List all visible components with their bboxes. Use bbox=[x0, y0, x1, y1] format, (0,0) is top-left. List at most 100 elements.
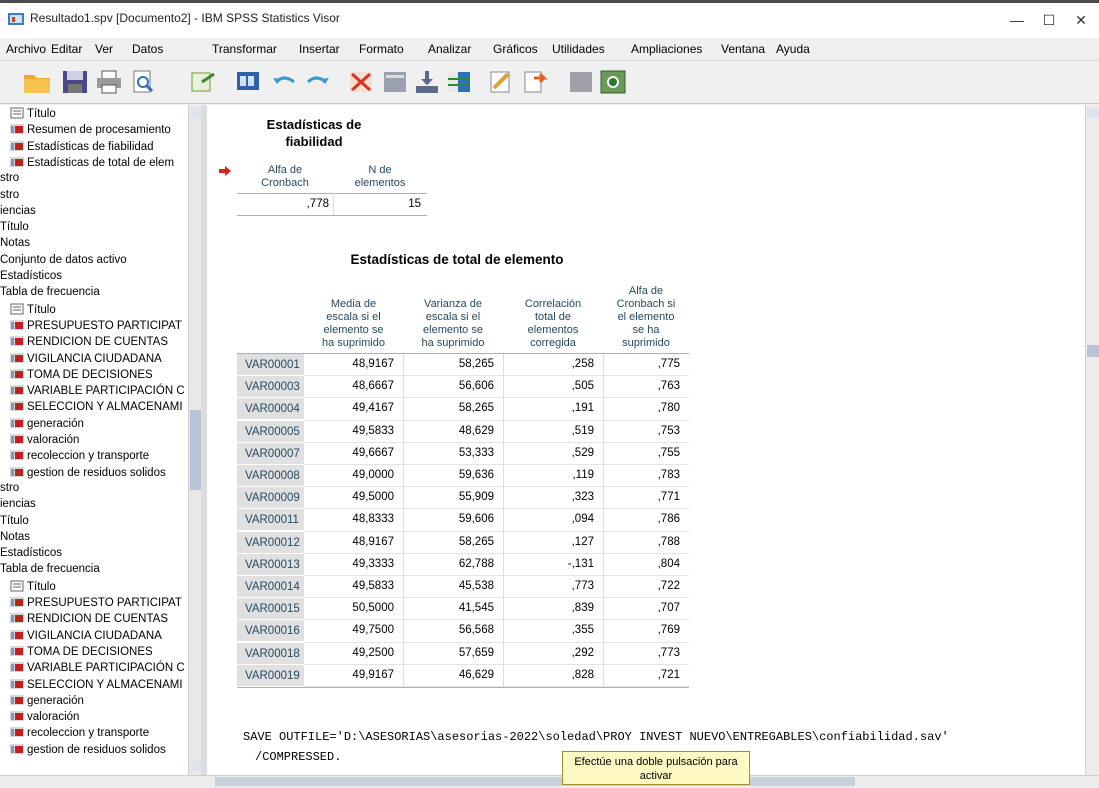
export-icon[interactable] bbox=[188, 68, 218, 96]
maximize-button[interactable]: ☐ bbox=[1034, 9, 1064, 31]
scroll-thumb[interactable] bbox=[190, 410, 201, 490]
outline-item[interactable]: TOMA DE DECISIONES bbox=[10, 368, 153, 383]
outline-item[interactable]: Tabla de frecuencia bbox=[0, 563, 100, 578]
show-all-icon[interactable] bbox=[566, 68, 596, 96]
table-node-icon bbox=[10, 711, 24, 722]
outline-item-label: Título bbox=[27, 303, 56, 316]
menu-ayuda[interactable]: Ayuda bbox=[776, 42, 810, 56]
menu-datos[interactable]: Datos bbox=[132, 42, 163, 56]
scroll-up-icon[interactable] bbox=[190, 108, 201, 118]
table-node-icon bbox=[10, 694, 24, 705]
outline-item-label: SELECCION Y ALMACENAMI bbox=[27, 678, 183, 691]
menu-archivo[interactable]: Archivo bbox=[6, 42, 46, 56]
output-scrollbar[interactable] bbox=[1085, 105, 1099, 775]
insert-output-icon[interactable] bbox=[412, 68, 442, 96]
menu-insertar[interactable]: Insertar bbox=[299, 42, 340, 56]
itemtotal-cell: ,755 bbox=[657, 446, 680, 459]
outline-item[interactable]: VARIABLE PARTICIPACIÓN C bbox=[10, 661, 185, 676]
outline-item[interactable]: gestion de residuos solidos bbox=[10, 466, 166, 481]
designate-window-icon[interactable] bbox=[486, 68, 516, 96]
variables-icon[interactable] bbox=[444, 68, 474, 96]
outline-item[interactable]: Tabla de frecuencia bbox=[0, 286, 100, 301]
outline-item[interactable]: Notas bbox=[0, 237, 30, 252]
outline-item[interactable]: Título bbox=[0, 221, 29, 236]
itemtotal-cell: ,828 bbox=[571, 668, 594, 681]
promote-icon[interactable] bbox=[598, 68, 628, 96]
itemtotal-row-rule bbox=[304, 508, 689, 510]
save-icon[interactable] bbox=[60, 68, 90, 96]
print-icon[interactable] bbox=[94, 68, 124, 96]
print-preview-icon[interactable] bbox=[128, 68, 158, 96]
menu-ampliaciones[interactable]: Ampliaciones bbox=[631, 42, 702, 56]
outline-item[interactable]: recoleccion y transporte bbox=[10, 726, 149, 741]
hscroll-thumb[interactable] bbox=[215, 777, 855, 786]
outline-item[interactable]: valoración bbox=[10, 433, 79, 448]
outline-item[interactable]: generación bbox=[10, 417, 84, 432]
itemtotal-cell: 48,9167 bbox=[352, 535, 394, 548]
itemtotal-cell: ,788 bbox=[657, 535, 680, 548]
open-folder-icon[interactable] bbox=[22, 68, 52, 96]
menu-ver[interactable]: Ver bbox=[95, 42, 113, 56]
itemtotal-cell: 56,606 bbox=[458, 380, 494, 393]
menu-graficos[interactable]: Gráficos bbox=[493, 42, 538, 56]
outline-item[interactable]: stro bbox=[0, 482, 19, 497]
goto-data-icon[interactable] bbox=[234, 68, 264, 96]
outline-item[interactable]: VARIABLE PARTICIPACIÓN C bbox=[10, 384, 185, 399]
outline-item[interactable]: SELECCION Y ALMACENAMI bbox=[10, 678, 183, 693]
outline-item[interactable]: Título bbox=[0, 515, 29, 530]
outline-item-label: RENDICION DE CUENTAS bbox=[27, 613, 168, 626]
outline-item[interactable]: gestion de residuos solidos bbox=[10, 743, 166, 758]
outline-item[interactable]: Estadísticos bbox=[0, 270, 62, 285]
goto-case-icon[interactable] bbox=[346, 68, 376, 96]
redo-icon[interactable] bbox=[302, 68, 332, 96]
outline-item[interactable]: Conjunto de datos activo bbox=[0, 254, 127, 269]
outline-item-label: VIGILANCIA CIUDADANA bbox=[27, 352, 162, 365]
outline-item[interactable]: Título bbox=[10, 580, 56, 595]
outline-item[interactable]: Notas bbox=[0, 531, 30, 546]
outline-scrollbar[interactable] bbox=[188, 105, 202, 775]
scroll-down-icon[interactable] bbox=[190, 761, 201, 771]
outline-item-label: VARIABLE PARTICIPACIÓN C bbox=[27, 662, 185, 675]
outline-item[interactable]: Título bbox=[10, 303, 56, 318]
outline-item[interactable]: SELECCION Y ALMACENAMI bbox=[10, 400, 183, 415]
menu-analizar[interactable]: Analizar bbox=[428, 42, 471, 56]
outline-item-label: recoleccion y transporte bbox=[27, 727, 150, 740]
outline-item[interactable]: Estadísticas de fiabilidad bbox=[10, 140, 154, 155]
output-script-icon[interactable] bbox=[520, 68, 550, 96]
menu-editar[interactable]: Editar bbox=[51, 42, 82, 56]
outline-item[interactable]: recoleccion y transporte bbox=[10, 449, 149, 464]
undo-icon[interactable] bbox=[270, 68, 300, 96]
outline-item[interactable]: Resumen de procesamiento bbox=[10, 123, 171, 138]
menu-ventana[interactable]: Ventana bbox=[721, 42, 765, 56]
outline-item[interactable]: Estadísticos bbox=[0, 547, 62, 562]
outline-item[interactable]: valoración bbox=[10, 710, 79, 725]
outline-item[interactable]: stro bbox=[0, 189, 19, 204]
outline-item[interactable]: RENDICION DE CUENTAS bbox=[10, 612, 168, 627]
outline-item[interactable]: stro bbox=[0, 172, 19, 187]
outline-item[interactable]: VIGILANCIA CIUDADANA bbox=[10, 352, 162, 367]
menu-formato[interactable]: Formato bbox=[359, 42, 404, 56]
title-node-icon bbox=[10, 580, 24, 592]
outline-item[interactable]: Estadísticas de total de elem bbox=[10, 156, 174, 171]
menu-utilidades[interactable]: Utilidades bbox=[552, 42, 605, 56]
outline-item[interactable]: iencias bbox=[0, 498, 36, 513]
minimize-button[interactable]: — bbox=[1002, 9, 1032, 31]
goto-variable-icon[interactable] bbox=[380, 68, 410, 96]
outline-item[interactable]: TOMA DE DECISIONES bbox=[10, 645, 153, 660]
itemtotal-header: ha suprimido bbox=[421, 337, 485, 349]
scroll-up-icon[interactable] bbox=[1087, 108, 1099, 118]
outline-item[interactable]: PRESUPUESTO PARTICIPAT bbox=[10, 596, 182, 611]
outline-item[interactable]: RENDICION DE CUENTAS bbox=[10, 335, 168, 350]
reliability-header-n-2: elementos bbox=[354, 177, 406, 189]
outline-item[interactable]: generación bbox=[10, 694, 84, 709]
outline-item[interactable]: iencias bbox=[0, 205, 36, 220]
close-button[interactable]: ✕ bbox=[1066, 9, 1096, 31]
menu-transformar[interactable]: Transformar bbox=[212, 42, 277, 56]
outline-item[interactable]: PRESUPUESTO PARTICIPAT bbox=[10, 319, 182, 334]
horizontal-scrollbar[interactable] bbox=[0, 775, 1099, 788]
itemtotal-header: elemento se bbox=[423, 324, 483, 336]
scroll-thumb[interactable] bbox=[1087, 345, 1099, 357]
reliability-header-alpha-1: Alfa de bbox=[267, 164, 303, 176]
outline-item[interactable]: VIGILANCIA CIUDADANA bbox=[10, 629, 162, 644]
outline-item[interactable]: Título bbox=[10, 107, 56, 122]
